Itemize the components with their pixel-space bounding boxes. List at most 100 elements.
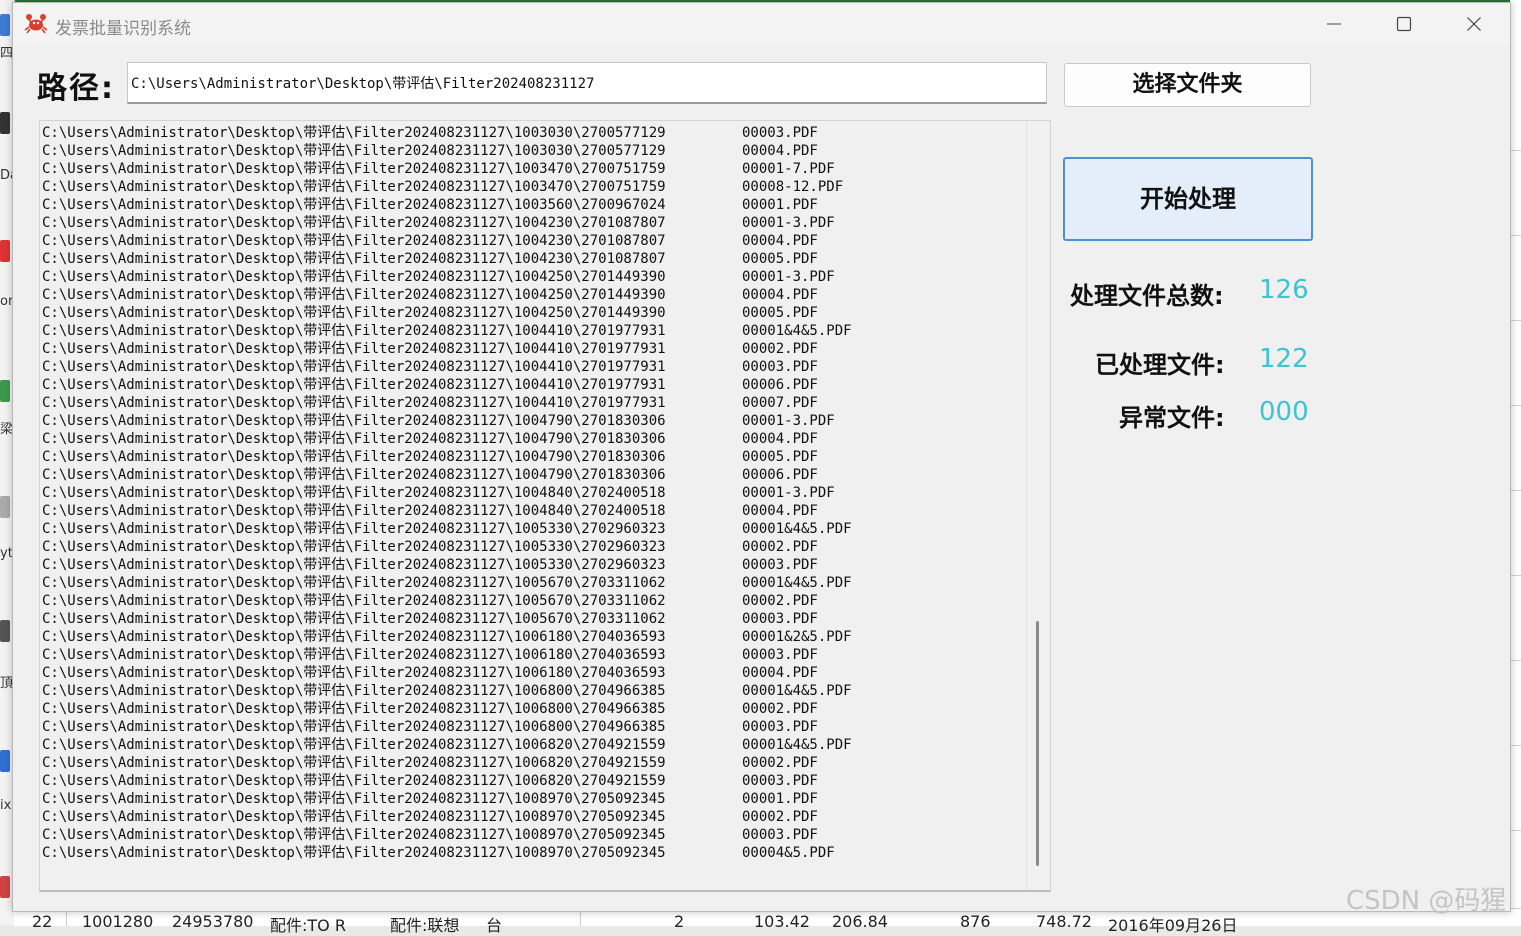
sheet-gridline [1510, 150, 1521, 151]
log-row-path: C:\Users\Administrator\Desktop\带评估\Filte… [42, 125, 666, 141]
title-bar[interactable]: 发票批量识别系统 [13, 3, 1510, 45]
log-row: C:\Users\Administrator\Desktop\带评估\Filte… [42, 322, 1032, 340]
desktop-text-fragment: 四 [0, 46, 12, 61]
log-row-path: C:\Users\Administrator\Desktop\带评估\Filte… [42, 359, 666, 375]
log-row-file: 00005.PDF [742, 449, 818, 465]
log-row: C:\Users\Administrator\Desktop\带评估\Filte… [42, 556, 1032, 574]
log-row: C:\Users\Administrator\Desktop\带评估\Filte… [42, 700, 1032, 718]
sheet-cell: 台 [486, 916, 503, 935]
log-row-path: C:\Users\Administrator\Desktop\带评估\Filte… [42, 575, 666, 591]
log-row-path: C:\Users\Administrator\Desktop\带评估\Filte… [42, 791, 666, 807]
log-row-file: 00004&5.PDF [742, 845, 835, 861]
log-row-file: 00001-3.PDF [742, 215, 835, 231]
log-row-file: 00001-3.PDF [742, 269, 835, 285]
log-row: C:\Users\Administrator\Desktop\带评估\Filte… [42, 394, 1032, 412]
desktop-text-fragment: Da [0, 168, 12, 183]
log-row: C:\Users\Administrator\Desktop\带评估\Filte… [42, 844, 1032, 862]
desktop-text-fragment: ix [0, 798, 12, 813]
total-files-label: 处理文件总数: [1070, 282, 1224, 310]
sheet-cell: 配件:TO R [270, 916, 346, 935]
log-row-file: 00003.PDF [742, 557, 818, 573]
log-row-path: C:\Users\Administrator\Desktop\带评估\Filte… [42, 269, 666, 285]
log-row: C:\Users\Administrator\Desktop\带评估\Filte… [42, 286, 1032, 304]
log-row-file: 00003.PDF [742, 773, 818, 789]
log-row-path: C:\Users\Administrator\Desktop\带评估\Filte… [42, 539, 666, 555]
maximize-icon [1396, 16, 1412, 36]
sheet-gridline [1510, 320, 1521, 321]
log-row: C:\Users\Administrator\Desktop\带评估\Filte… [42, 214, 1032, 232]
log-row-file: 00004.PDF [742, 287, 818, 303]
window-title: 发票批量识别系统 [55, 19, 191, 39]
log-row: C:\Users\Administrator\Desktop\带评估\Filte… [42, 772, 1032, 790]
log-row-file: 00004.PDF [742, 503, 818, 519]
log-row-file: 00001.PDF [742, 791, 818, 807]
log-row-file: 00002.PDF [742, 701, 818, 717]
log-row: C:\Users\Administrator\Desktop\带评估\Filte… [42, 178, 1032, 196]
log-row-path: C:\Users\Administrator\Desktop\带评估\Filte… [42, 503, 666, 519]
crab-icon [24, 11, 48, 35]
vertical-scrollbar[interactable] [1026, 121, 1049, 890]
path-input[interactable] [127, 62, 1047, 104]
log-row-path: C:\Users\Administrator\Desktop\带评估\Filte… [42, 755, 666, 771]
sheet-cell: 24953780 [172, 912, 254, 931]
log-row-file: 00007.PDF [742, 395, 818, 411]
sheet-gridline [1510, 575, 1521, 576]
desktop-icon [0, 496, 10, 518]
log-row: C:\Users\Administrator\Desktop\带评估\Filte… [42, 466, 1032, 484]
log-row-file: 00002.PDF [742, 593, 818, 609]
desktop-right-strip [1510, 0, 1521, 925]
desktop-text-fragment: or [0, 294, 12, 309]
close-icon [1466, 16, 1482, 36]
log-row-path: C:\Users\Administrator\Desktop\带评估\Filte… [42, 341, 666, 357]
maximize-button[interactable] [1381, 9, 1427, 43]
watermark: CSDN @码猩 [1346, 886, 1507, 916]
log-row-file: 00001&4&5.PDF [742, 521, 852, 537]
log-row-path: C:\Users\Administrator\Desktop\带评估\Filte… [42, 197, 666, 213]
log-row: C:\Users\Administrator\Desktop\带评估\Filte… [42, 502, 1032, 520]
desktop-icon [0, 240, 10, 262]
log-row-file: 00002.PDF [742, 755, 818, 771]
log-row: C:\Users\Administrator\Desktop\带评估\Filte… [42, 448, 1032, 466]
log-row-path: C:\Users\Administrator\Desktop\带评估\Filte… [42, 611, 666, 627]
log-row-file: 00003.PDF [742, 125, 818, 141]
desktop-icon [0, 876, 10, 898]
minimize-button[interactable] [1311, 9, 1357, 43]
desktop-icon [0, 14, 10, 36]
log-row-file: 00004.PDF [742, 143, 818, 159]
log-row-path: C:\Users\Administrator\Desktop\带评估\Filte… [42, 305, 666, 321]
log-row-path: C:\Users\Administrator\Desktop\带评估\Filte… [42, 737, 666, 753]
select-folder-button[interactable]: 选择文件夹 [1064, 63, 1311, 107]
log-row: C:\Users\Administrator\Desktop\带评估\Filte… [42, 376, 1032, 394]
log-row: C:\Users\Administrator\Desktop\带评估\Filte… [42, 790, 1032, 808]
log-row-file: 00003.PDF [742, 827, 818, 843]
log-row-file: 00006.PDF [742, 377, 818, 393]
desktop-icon [0, 112, 10, 134]
sheet-cell: 748.72 [1036, 912, 1092, 931]
desktop-text-fragment: 梁 [0, 422, 12, 437]
log-row: C:\Users\Administrator\Desktop\带评估\Filte… [42, 250, 1032, 268]
log-row: C:\Users\Administrator\Desktop\带评估\Filte… [42, 412, 1032, 430]
log-row-file: 00003.PDF [742, 719, 818, 735]
log-row-path: C:\Users\Administrator\Desktop\带评估\Filte… [42, 215, 666, 231]
scrollbar-thumb[interactable] [1036, 621, 1039, 866]
log-row: C:\Users\Administrator\Desktop\带评估\Filte… [42, 484, 1032, 502]
log-row: C:\Users\Administrator\Desktop\带评估\Filte… [42, 628, 1032, 646]
log-row-file: 00001&2&5.PDF [742, 629, 852, 645]
sheet-cell: 22 [32, 912, 53, 931]
sheet-cell: 2016年09月26日 [1108, 916, 1238, 935]
path-label: 路径: [37, 71, 115, 106]
file-log-textarea[interactable]: C:\Users\Administrator\Desktop\带评估\Filte… [39, 120, 1051, 892]
log-row-path: C:\Users\Administrator\Desktop\带评估\Filte… [42, 485, 666, 501]
log-row: C:\Users\Administrator\Desktop\带评估\Filte… [42, 682, 1032, 700]
log-row-path: C:\Users\Administrator\Desktop\带评估\Filte… [42, 647, 666, 663]
log-row-path: C:\Users\Administrator\Desktop\带评估\Filte… [42, 629, 666, 645]
log-row-path: C:\Users\Administrator\Desktop\带评估\Filte… [42, 233, 666, 249]
total-files-value: 126 [1259, 275, 1309, 305]
log-row: C:\Users\Administrator\Desktop\带评估\Filte… [42, 520, 1032, 538]
sheet-cell: 2 [674, 912, 685, 931]
start-processing-button[interactable]: 开始处理 [1063, 157, 1313, 241]
desktop-icon [0, 750, 10, 772]
close-button[interactable] [1451, 9, 1497, 43]
log-row-file: 00003.PDF [742, 647, 818, 663]
error-files-value: 000 [1259, 397, 1309, 427]
